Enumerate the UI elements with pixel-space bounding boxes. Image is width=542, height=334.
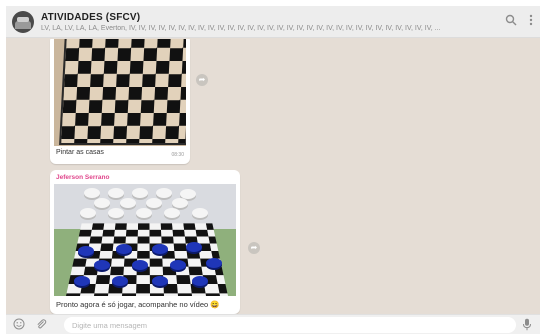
white-checker bbox=[132, 188, 148, 198]
white-checker bbox=[136, 208, 152, 218]
message-list[interactable]: Pintar as casas 08:30 ➦ Jeferson Serrano bbox=[6, 39, 540, 314]
message-caption: Pronto agora é só jogar, acompanhe no ví… bbox=[56, 300, 220, 309]
white-checker bbox=[120, 198, 136, 208]
message-photo[interactable] bbox=[54, 184, 236, 296]
white-checker bbox=[94, 198, 110, 208]
blue-checker bbox=[116, 244, 132, 254]
blue-checker bbox=[152, 276, 168, 286]
message-composer bbox=[6, 314, 540, 334]
white-checker bbox=[192, 208, 208, 218]
kebab-menu-glyph bbox=[529, 14, 533, 26]
white-checker bbox=[146, 198, 162, 208]
search-icon[interactable] bbox=[503, 14, 519, 30]
kebab-menu-icon[interactable] bbox=[523, 14, 539, 30]
white-checker bbox=[156, 188, 172, 198]
image-message[interactable]: Pintar as casas 08:30 bbox=[50, 39, 190, 164]
paperclip-icon[interactable] bbox=[34, 318, 48, 332]
paperclip-icon-glyph bbox=[37, 319, 47, 329]
white-checker bbox=[80, 208, 96, 218]
emoji-icon[interactable] bbox=[12, 318, 26, 332]
group-title[interactable]: ATIVIDADES (SFCV) bbox=[41, 12, 140, 23]
forward-icon[interactable]: ➦ bbox=[196, 74, 208, 86]
blue-checker bbox=[192, 276, 208, 286]
group-participants[interactable]: LV, LA, LV, LA, LA, Everton, IV, IV, IV,… bbox=[41, 25, 493, 32]
blue-checker bbox=[152, 244, 168, 254]
blue-checker bbox=[94, 260, 110, 270]
image-message[interactable]: Jeferson Serrano Pronto agora é só jogar… bbox=[50, 170, 240, 314]
white-checker bbox=[164, 208, 180, 218]
emoji-icon-glyph bbox=[13, 318, 25, 330]
microphone-icon-glyph bbox=[523, 318, 531, 331]
whatsapp-window: ATIVIDADES (SFCV) LV, LA, LV, LA, LA, Ev… bbox=[6, 6, 540, 334]
message-photo[interactable] bbox=[54, 39, 186, 146]
sender-name[interactable]: Jeferson Serrano bbox=[56, 174, 109, 181]
blue-checker bbox=[132, 260, 148, 270]
blue-checker bbox=[170, 260, 186, 270]
painted-checkerboard bbox=[59, 39, 186, 145]
microphone-icon[interactable] bbox=[520, 318, 534, 332]
blue-checker bbox=[186, 242, 202, 252]
white-checker bbox=[172, 198, 188, 208]
white-checker bbox=[84, 188, 100, 198]
forward-icon[interactable]: ➦ bbox=[248, 242, 260, 254]
search-icon-glyph bbox=[505, 14, 517, 26]
blue-checker bbox=[206, 258, 222, 268]
white-checker bbox=[108, 208, 124, 218]
message-caption: Pintar as casas bbox=[56, 149, 104, 156]
chat-header[interactable]: ATIVIDADES (SFCV) LV, LA, LV, LA, LA, Ev… bbox=[6, 6, 540, 38]
blue-checker bbox=[74, 276, 90, 286]
message-input[interactable] bbox=[64, 317, 516, 333]
message-time: 08:30 bbox=[171, 152, 184, 158]
group-avatar[interactable] bbox=[12, 11, 34, 33]
blue-checker bbox=[78, 246, 94, 256]
white-checker bbox=[108, 188, 124, 198]
blue-checker bbox=[112, 276, 128, 286]
